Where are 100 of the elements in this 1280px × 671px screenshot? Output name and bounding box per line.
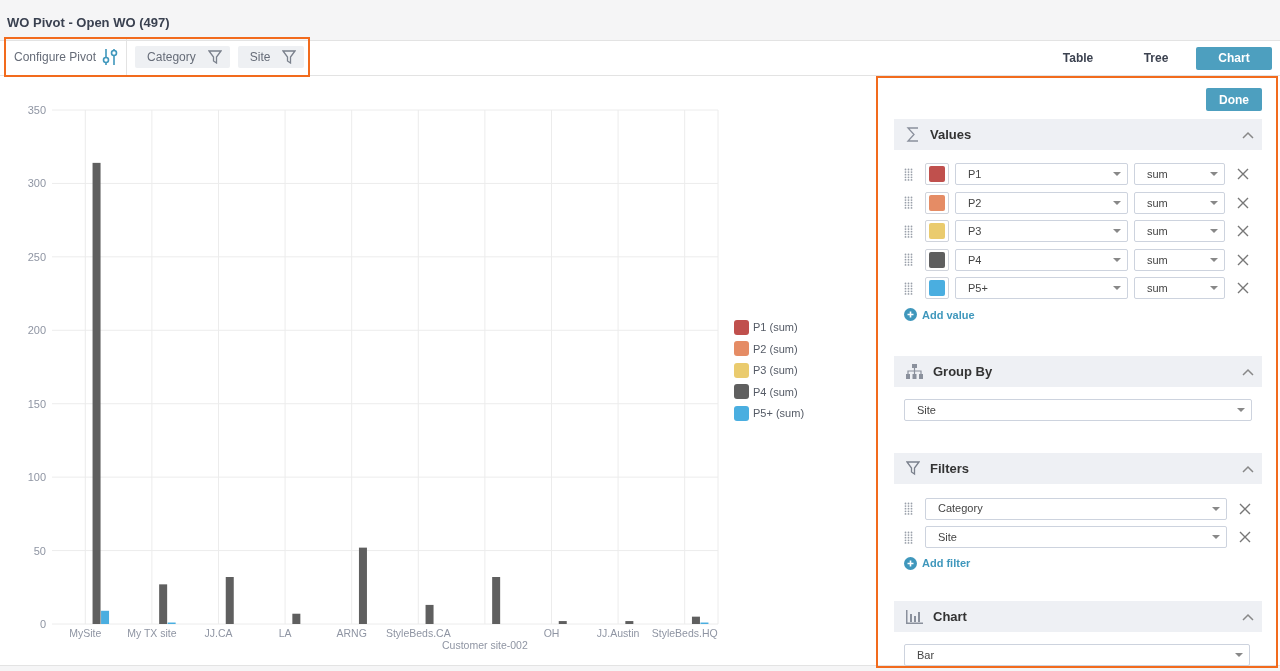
bar-chart-icon [906,609,923,624]
group-by-dropdown[interactable]: Site [904,399,1252,422]
plus-circle-icon [904,308,917,322]
filter-dropdown[interactable]: Category [925,497,1227,520]
axis-tick-label: 300 [27,177,46,190]
drag-handle-icon[interactable] [904,502,913,515]
caret-icon [1212,535,1220,539]
color-swatch[interactable] [925,191,949,214]
aggregation-dropdown[interactable]: sum [1134,191,1225,214]
aggregation-dropdown[interactable]: sum [1134,248,1225,271]
filter-chip[interactable]: Site [237,46,305,68]
caret-icon [1210,200,1218,205]
axis-tick-label: 200 [27,324,46,337]
section-header[interactable]: Chart [894,601,1262,632]
caret-icon [1210,229,1218,234]
funnel-icon [282,50,297,64]
chevron-up-icon[interactable] [1242,130,1254,139]
axis-tick-label: 350 [27,104,46,116]
axis-category-label: StyleBeds.HQ [651,627,718,639]
axis-tick-label: 50 [33,544,46,557]
close-icon[interactable] [1239,502,1251,515]
chevron-up-icon[interactable] [1242,464,1254,473]
legend-label: P5+ (sum) [753,406,805,421]
axis-category-label: JJ.Austin [596,627,640,639]
axis-category-label: JJ.CA [204,627,233,639]
axis-category-label: LA [278,627,292,639]
sigma-icon [906,127,920,142]
field-dropdown[interactable]: P4 [955,248,1128,271]
caret-icon [1210,172,1218,177]
legend-label: P1 (sum) [753,320,798,335]
funnel-icon [906,461,920,477]
drag-handle-icon[interactable] [904,167,913,181]
sliders-icon[interactable] [102,48,119,66]
bar [225,577,234,624]
filter-dropdown[interactable]: Site [925,526,1227,548]
axis-tick-label: 100 [27,471,46,484]
axis-category-label: My TX site [127,627,177,639]
caret-icon [1210,286,1218,291]
close-icon[interactable] [1237,225,1249,238]
legend-label: P3 (sum) [753,363,798,378]
axis-tick-label: 250 [27,250,46,263]
color-swatch[interactable] [925,277,949,300]
configure-pivot-label[interactable]: Configure Pivot [14,48,97,66]
bar [625,621,634,624]
color-swatch[interactable] [925,163,949,186]
field-dropdown[interactable]: P1 [955,163,1128,186]
bar [425,604,434,624]
section-title: Values [930,125,973,144]
caret-icon [1212,506,1220,511]
close-icon[interactable] [1237,168,1249,181]
bar [558,621,567,624]
close-icon[interactable] [1237,196,1249,209]
caret-icon [1210,257,1218,262]
caret-icon [1235,653,1243,657]
drag-handle-icon[interactable] [904,253,913,267]
chevron-up-icon[interactable] [1242,612,1254,621]
axis-category-label: Customer site-002 [442,639,528,651]
close-icon[interactable] [1237,253,1249,266]
legend-label: P2 (sum) [753,341,798,357]
bar [492,577,501,624]
caret-icon [1113,172,1121,177]
page-title: WO Pivot - Open WO (497) [7,13,170,32]
field-dropdown[interactable]: P3 [955,220,1128,243]
section-title: Filters [930,460,970,478]
close-icon[interactable] [1237,282,1249,295]
hierarchy-icon [906,364,923,380]
drag-handle-icon[interactable] [904,224,913,238]
aggregation-dropdown[interactable]: sum [1134,163,1225,186]
axis-category-label: MySite [69,627,102,639]
drag-handle-icon[interactable] [904,281,913,295]
view-tab[interactable]: Tree [1118,46,1194,70]
aggregation-dropdown[interactable]: sum [1134,220,1225,243]
axis-category-label: OH [543,627,560,639]
section-header[interactable]: Values [894,119,1262,150]
close-icon[interactable] [1239,531,1251,543]
axis-category-label: ARNG [336,627,367,639]
field-dropdown[interactable]: P2 [955,191,1128,214]
drag-handle-icon[interactable] [904,196,913,210]
section-header[interactable]: Group By [894,356,1262,388]
filter-chip[interactable]: Category [135,46,230,68]
plus-circle-icon [904,557,917,570]
axis-tick-label: 0 [39,618,46,630]
section-title: Chart [933,607,968,626]
section-header[interactable]: Filters [894,453,1262,485]
chart-type-dropdown[interactable]: Bar [904,644,1250,666]
caret-icon [1113,257,1121,262]
legend-label: P4 (sum) [753,384,798,400]
caret-icon [1113,200,1121,205]
field-dropdown[interactable]: P5+ [955,277,1128,300]
color-swatch[interactable] [925,248,949,271]
caret-icon [1113,229,1121,234]
funnel-icon [207,50,222,64]
caret-icon [1113,286,1121,291]
drag-handle-icon[interactable] [904,530,913,544]
view-tab[interactable]: Table [1040,46,1116,70]
aggregation-dropdown[interactable]: sum [1134,277,1225,300]
axis-category-label: StyleBeds.CA [385,627,451,639]
color-swatch[interactable] [925,220,949,243]
bar [292,613,301,624]
chevron-up-icon[interactable] [1242,367,1254,376]
